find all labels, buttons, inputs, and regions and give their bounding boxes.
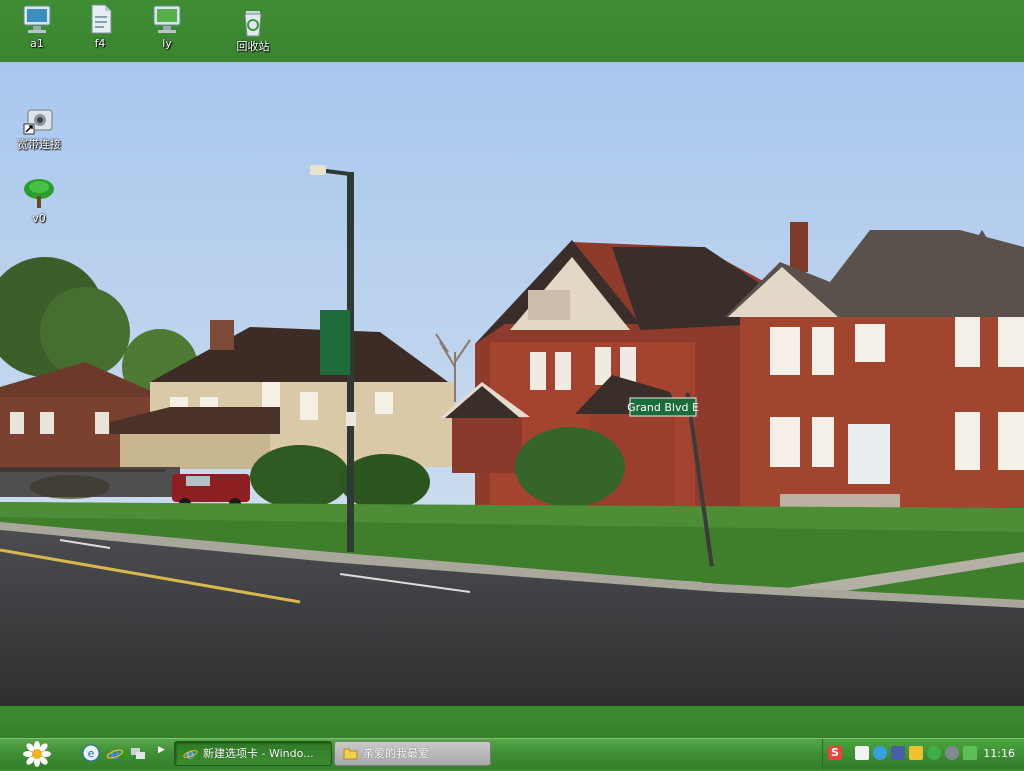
folder-icon: [343, 748, 358, 760]
taskbar-button-new-tab[interactable]: e 新建选项卡 - Windo...: [174, 741, 332, 766]
desktop-icon-ly[interactable]: ly: [135, 3, 199, 50]
street-sign-text: Grand Blvd E: [627, 401, 699, 414]
desktop-bottom-band: [0, 706, 1024, 738]
desktop-icon-label: v0: [32, 212, 46, 225]
ie-icon[interactable]: e: [106, 744, 124, 762]
kaspersky-icon[interactable]: [873, 746, 887, 760]
desktop-icon-label: 回收站: [236, 40, 270, 53]
desktop-icon-label: ly: [162, 37, 172, 50]
wallpaper-photo: Grand Blvd E: [0, 62, 1024, 706]
daisy-start-icon: [23, 741, 51, 767]
network-icon[interactable]: [129, 744, 147, 762]
desktop-wallpaper: Grand Blvd E: [0, 62, 1024, 706]
svg-text:e: e: [186, 747, 195, 761]
keyboard-icon[interactable]: [855, 746, 869, 760]
recycle-bin-icon: [244, 11, 262, 37]
svg-text:e: e: [110, 744, 120, 762]
security-shield-icon[interactable]: [963, 746, 977, 760]
show-desktop-icon[interactable]: e: [82, 744, 100, 762]
sound-icon[interactable]: [945, 746, 959, 760]
monitor-icon: [153, 5, 181, 33]
sogou-input-icon[interactable]: S: [828, 746, 842, 760]
desktop-icon-f4[interactable]: f4: [68, 3, 132, 50]
document-icon: [91, 4, 112, 34]
desktop-icon-broadband-connection[interactable]: 宽带连接: [7, 104, 71, 151]
network-icon[interactable]: [891, 746, 905, 760]
alert-icon[interactable]: [909, 746, 923, 760]
desktop-icon-label: a1: [30, 37, 44, 50]
ie-icon: e: [183, 747, 198, 761]
desktop-icon-v0[interactable]: v0: [7, 178, 71, 225]
start-button[interactable]: [20, 740, 54, 768]
system-tray: S 11:16: [822, 739, 1024, 769]
monitor-icon: [23, 5, 51, 33]
taskbar-button-folder[interactable]: 亲爱的我最爱: [334, 741, 491, 766]
svg-text:e: e: [88, 747, 95, 760]
clock[interactable]: 11:16: [983, 747, 1015, 760]
desktop-icon-label: f4: [94, 37, 106, 50]
taskbar: e e ▶ e 新建选项卡 - Windo... 亲爱的我最爱 S 11:16: [0, 738, 1024, 769]
desktop-icon-recycle-bin[interactable]: 回收站: [221, 6, 285, 53]
desktop-icon-a1[interactable]: a1: [5, 3, 69, 50]
task-label: 亲爱的我最爱: [363, 747, 429, 760]
tree-icon: [24, 179, 54, 208]
broadband-connection-icon: [23, 109, 53, 135]
desktop-icon-label: 宽带连接: [17, 138, 61, 151]
task-label: 新建选项卡 - Windo...: [203, 747, 314, 760]
quick-launch-expand-icon[interactable]: ▶: [158, 745, 165, 755]
360-icon[interactable]: [927, 746, 941, 760]
